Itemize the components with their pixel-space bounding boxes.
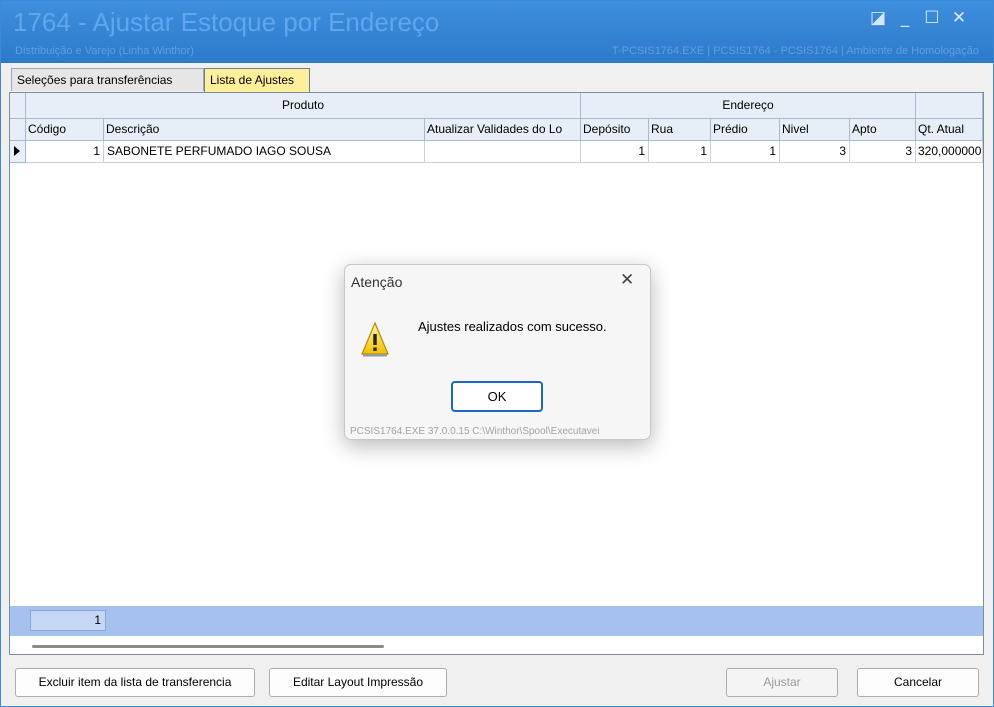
cell-apto[interactable]: 3: [850, 141, 916, 163]
cell-nivel[interactable]: 3: [780, 141, 850, 163]
cell-deposito[interactable]: 1: [581, 141, 649, 163]
column-header-deposito[interactable]: Depósito: [581, 119, 649, 141]
column-header-codigo[interactable]: Código: [26, 119, 104, 141]
window-subtitle: Distribuição e Varejo (Linha Winthor): [15, 45, 194, 57]
window-title: 1764 - Ajustar Estoque por Endereço: [13, 7, 440, 37]
row-indicator[interactable]: [10, 141, 26, 163]
dialog-close-icon[interactable]: ✕: [620, 270, 634, 290]
cell-descricao[interactable]: SABONETE PERFUMADO IAGO SOUSA: [104, 141, 425, 163]
tab-selecoes-transferencias[interactable]: Seleções para transferências: [11, 68, 204, 91]
minimize-icon[interactable]: _: [894, 7, 916, 29]
column-header-atualizar-validades[interactable]: Atualizar Validades do Lo: [425, 119, 581, 141]
attention-dialog: Atenção ✕ Ajustes realizados com sucesso…: [344, 264, 651, 440]
title-bar[interactable]: 1764 - Ajustar Estoque por Endereço Dist…: [1, 1, 993, 63]
cell-codigo[interactable]: 1: [26, 141, 104, 163]
warning-icon: [361, 321, 389, 357]
current-row-arrow-icon: [14, 146, 20, 156]
cell-predio[interactable]: 1: [711, 141, 780, 163]
excluir-item-button[interactable]: Excluir item da lista de transferencia: [15, 668, 255, 697]
cell-qt-atual[interactable]: 320,000000: [916, 141, 983, 163]
group-header-endereco: Endereço: [581, 93, 916, 119]
horizontal-scrollbar[interactable]: [32, 645, 384, 648]
ajustar-button[interactable]: Ajustar: [726, 668, 838, 697]
column-header-descricao[interactable]: Descrição: [104, 119, 425, 141]
cell-rua[interactable]: 1: [649, 141, 711, 163]
grid-footer: 1: [10, 606, 983, 636]
column-chooser[interactable]: [10, 119, 26, 141]
close-icon[interactable]: ✕: [948, 7, 970, 29]
column-header-qt-atual[interactable]: Qt. Atual: [916, 119, 983, 141]
window-info: T-PCSIS1764.EXE | PCSIS1764 - PCSIS1764 …: [611, 45, 979, 57]
group-header-produto: Produto: [26, 93, 581, 119]
editar-layout-impressao-button[interactable]: Editar Layout Impressão: [269, 668, 447, 697]
dialog-title: Atenção: [351, 274, 403, 290]
column-header-rua[interactable]: Rua: [649, 119, 711, 141]
restore-icon[interactable]: ◪: [867, 7, 889, 29]
tab-lista-ajustes[interactable]: Lista de Ajustes: [204, 68, 310, 92]
record-count: 1: [30, 610, 106, 631]
group-header-empty: [916, 93, 983, 119]
column-header-apto[interactable]: Apto: [850, 119, 916, 141]
dialog-message: Ajustes realizados com sucesso.: [418, 319, 607, 334]
dialog-executable-path: PCSIS1764.EXE 37.0.0.15 C:\Winthor\Spool…: [350, 426, 600, 437]
cell-atualizar-validades[interactable]: [425, 141, 581, 163]
ok-button[interactable]: OK: [451, 381, 543, 412]
cancelar-button[interactable]: Cancelar: [857, 668, 979, 697]
maximize-icon[interactable]: ☐: [921, 7, 943, 29]
grid-corner: [10, 93, 26, 119]
column-header-nivel[interactable]: Nivel: [780, 119, 850, 141]
column-header-predio[interactable]: Prédio: [711, 119, 780, 141]
